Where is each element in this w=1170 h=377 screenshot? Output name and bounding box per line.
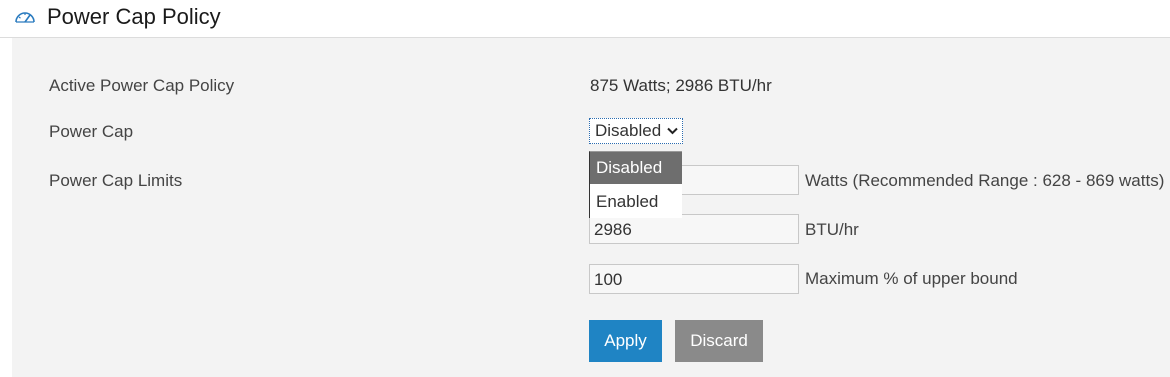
btu-unit-label: BTU/hr <box>805 220 859 239</box>
discard-button[interactable]: Discard <box>675 320 763 362</box>
gauge-icon <box>15 12 35 23</box>
watts-unit-label: Watts (Recommended Range : 628 - 869 wat… <box>805 171 1165 190</box>
dropdown-option-enabled[interactable]: Enabled <box>590 186 682 218</box>
power-cap-limits-label: Power Cap Limits <box>49 171 183 190</box>
power-cap-select[interactable]: Disabled <box>589 118 683 144</box>
chevron-down-icon <box>667 127 678 135</box>
power-cap-dropdown: Disabled Enabled <box>589 151 682 218</box>
power-cap-label: Power Cap <box>49 122 134 141</box>
apply-button[interactable]: Apply <box>589 320 662 362</box>
active-power-cap-policy-value: 875 Watts; 2986 BTU/hr <box>590 76 772 95</box>
percent-input[interactable]: 100 <box>589 264 799 294</box>
page-title: Power Cap Policy <box>47 4 221 29</box>
dropdown-option-disabled[interactable]: Disabled <box>590 152 682 184</box>
power-cap-select-value: Disabled <box>595 121 662 140</box>
page-header: Power Cap Policy <box>0 0 1170 38</box>
active-power-cap-policy-label: Active Power Cap Policy <box>49 76 235 95</box>
percent-unit-label: Maximum % of upper bound <box>805 269 1018 288</box>
btu-input[interactable]: 2986 <box>589 214 799 244</box>
